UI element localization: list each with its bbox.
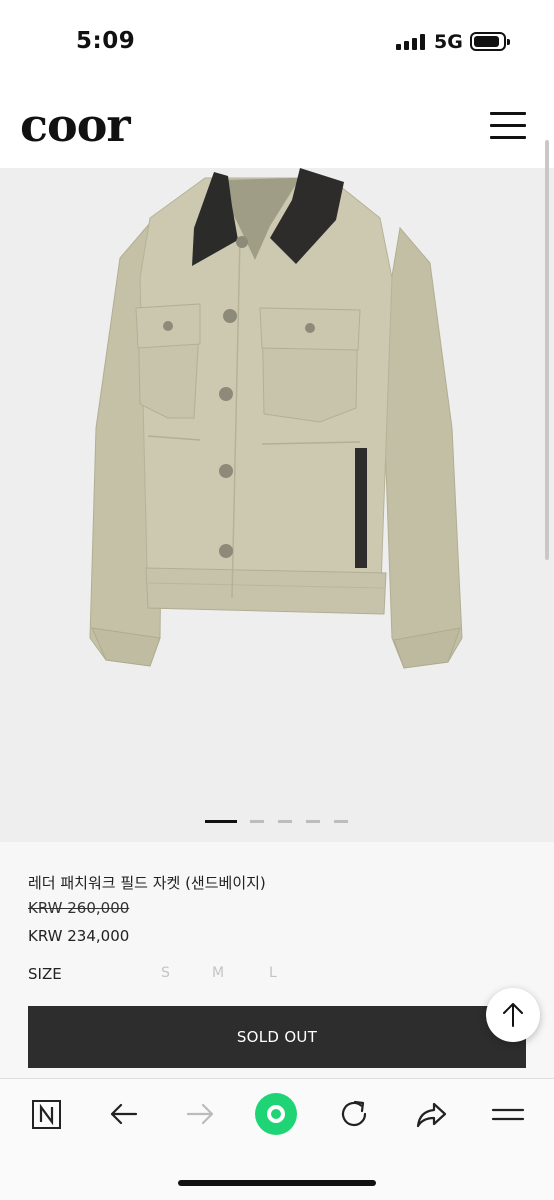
brand-logo[interactable]: coor — [20, 98, 131, 152]
refresh-icon — [341, 1100, 367, 1127]
status-bar: 5:09 5G — [0, 0, 554, 84]
status-time: 5:09 — [76, 28, 136, 54]
green-dot-button[interactable] — [254, 1092, 298, 1136]
pagination-dot[interactable] — [278, 820, 292, 823]
pagination-dot[interactable] — [250, 820, 264, 823]
size-option-l[interactable]: L — [269, 965, 277, 981]
product-image-gallery[interactable] — [0, 168, 554, 842]
home-indicator — [178, 1180, 376, 1186]
sold-out-button[interactable]: SOLD OUT — [28, 1006, 526, 1068]
page: 5:09 5G coor 레더 패치워크 필드 자켓 (샌드베이지) KRW 2… — [0, 0, 554, 1200]
refresh-button[interactable] — [332, 1092, 376, 1136]
browser-menu-button[interactable] — [486, 1092, 530, 1136]
forward-arrow-icon — [186, 1103, 214, 1125]
menu-icon — [491, 1108, 525, 1121]
sale-price: KRW 234,000 — [28, 927, 130, 945]
site-header: coor — [0, 84, 554, 168]
scroll-to-top-button[interactable] — [486, 988, 540, 1042]
share-button[interactable] — [410, 1092, 454, 1136]
gallery-pagination — [0, 818, 554, 826]
page-scrollbar[interactable] — [545, 140, 549, 560]
product-info: 레더 패치워크 필드 자켓 (샌드베이지) KRW 260,000 KRW 23… — [0, 842, 554, 1082]
pagination-dot[interactable] — [205, 820, 237, 823]
battery-icon — [470, 32, 510, 51]
original-price: KRW 260,000 — [28, 899, 130, 917]
hamburger-menu-icon[interactable] — [490, 112, 526, 140]
size-label: SIZE — [28, 965, 62, 983]
network-label: 5G — [434, 31, 463, 53]
green-dot-icon — [255, 1093, 297, 1135]
naver-n-icon — [32, 1100, 61, 1129]
pagination-dot[interactable] — [334, 820, 348, 823]
forward-button[interactable] — [178, 1092, 222, 1136]
pagination-dot[interactable] — [306, 820, 320, 823]
jacket-image — [89, 168, 463, 669]
arrow-up-icon — [503, 1003, 523, 1027]
share-icon — [416, 1102, 447, 1128]
naver-home-button[interactable] — [26, 1092, 70, 1136]
back-arrow-icon — [110, 1103, 138, 1125]
size-option-m[interactable]: M — [212, 965, 224, 981]
back-button[interactable] — [102, 1092, 146, 1136]
size-option-s[interactable]: S — [161, 965, 170, 981]
product-name: 레더 패치워크 필드 자켓 (샌드베이지) — [28, 874, 266, 892]
signal-icon — [396, 34, 426, 50]
